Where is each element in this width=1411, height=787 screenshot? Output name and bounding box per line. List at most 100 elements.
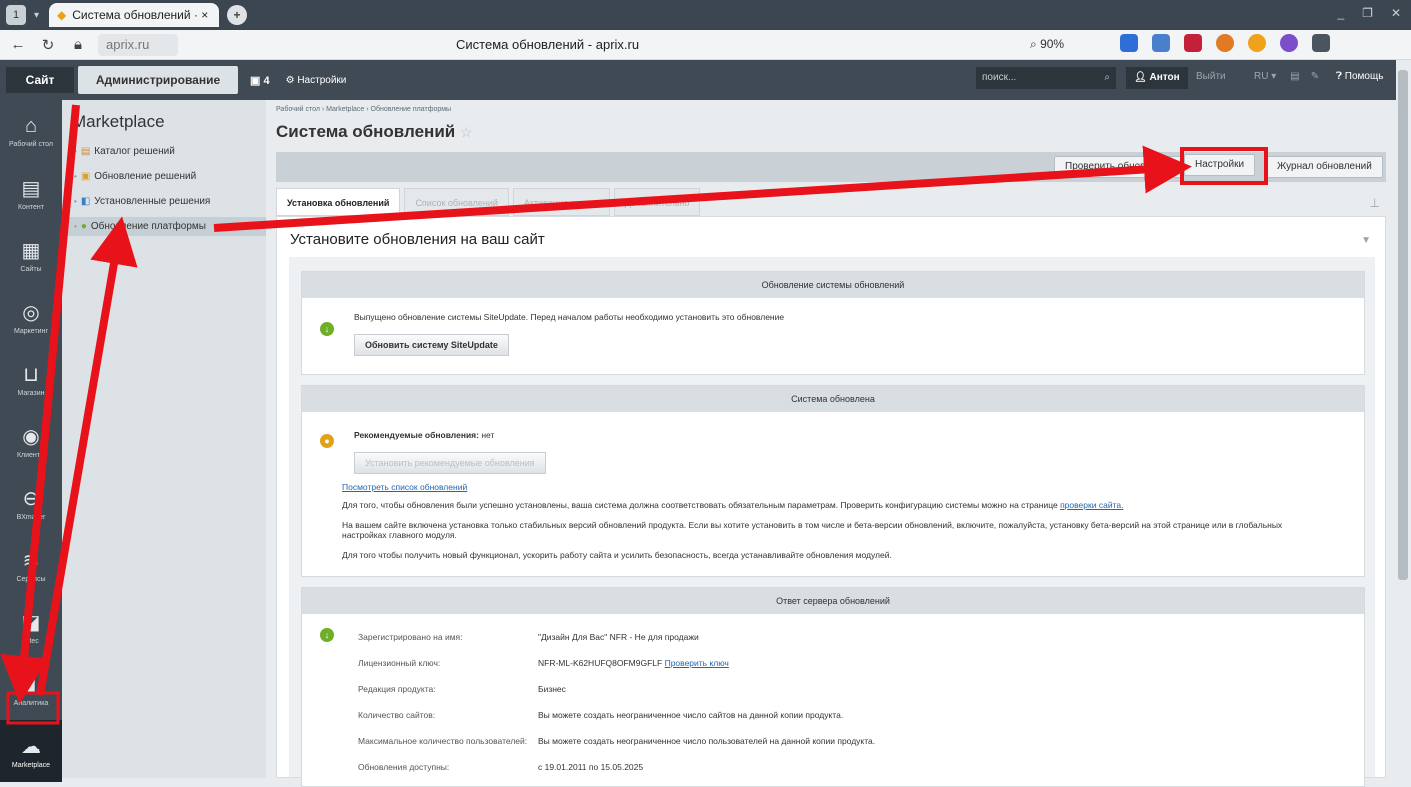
lock-icon: 🔒︎ — [74, 36, 82, 53]
row-value: NFR-ML-K62HUFQ8OFM9GFLF Проверить ключ — [538, 658, 729, 668]
administration-button[interactable]: Администрирование — [78, 66, 238, 94]
bullet-icon: • — [74, 172, 77, 181]
search-placeholder: поиск... — [982, 72, 1017, 83]
nav-marketing[interactable]: ◎ Маркетинг — [0, 286, 62, 348]
window-menu-button[interactable]: 1 — [6, 5, 26, 25]
menu-item-label: Установленные решения — [94, 196, 211, 207]
recommended-label: Рекомендуемые обновления: — [354, 430, 479, 440]
calendar-icon: ▦ — [21, 239, 41, 262]
extension-icon[interactable] — [1312, 34, 1330, 52]
box-header: Система обновлена — [302, 386, 1364, 412]
extension-icon[interactable] — [1216, 34, 1234, 52]
main-content: Рабочий стол › Marketplace › Обновление … — [266, 100, 1396, 787]
settings-link[interactable]: ⚙ Настройки — [286, 75, 347, 86]
tab-install[interactable]: Установка обновлений — [276, 188, 401, 216]
box-header: Обновление системы обновлений — [302, 272, 1364, 298]
settings-label: Настройки — [297, 74, 347, 86]
extension-icon[interactable] — [1280, 34, 1298, 52]
star-icon[interactable]: ☆ — [460, 124, 473, 140]
search-icon[interactable]: ⌕ — [1104, 67, 1110, 89]
user-button[interactable]: 👤︎ Антон — [1126, 67, 1188, 89]
nav-label: Аналитика — [13, 699, 49, 707]
menu-item-label: Обновление платформы — [90, 221, 206, 232]
menu-item-label: Каталог решений — [94, 146, 175, 157]
bxmaker-icon: ⊖ — [22, 487, 40, 510]
help-label: Помощь — [1344, 71, 1384, 82]
journal-button[interactable]: Журнал обновлений — [1266, 156, 1383, 178]
nav-label: Контент — [18, 203, 44, 211]
check-key-link[interactable]: Проверить ключ — [665, 658, 729, 668]
download-icon: ↓ — [320, 628, 334, 642]
nav-shop[interactable]: ⊔ Магазин — [0, 348, 62, 410]
nav-label: Marketplace — [11, 761, 51, 769]
box-system-updated: Система обновлена ● Рекомендуемые обновл… — [301, 385, 1365, 577]
reload-icon[interactable]: ↻ — [36, 36, 60, 54]
update-siteupdate-button[interactable]: Обновить систему SiteUpdate — [354, 334, 509, 356]
extension-icon[interactable] — [1152, 34, 1170, 52]
row-key: Лицензионный ключ: — [358, 658, 441, 668]
nav-clients[interactable]: ◉ Клиенты — [0, 410, 62, 472]
zoom-level[interactable]: ⌕ 90% — [1030, 37, 1064, 52]
scrollbar-thumb[interactable] — [1398, 70, 1408, 580]
panel-body: Обновление системы обновлений ↓ Выпущено… — [289, 257, 1375, 787]
tab-list[interactable]: Список обновлений — [404, 188, 509, 216]
check-updates-button[interactable]: Проверить обновления — [1054, 156, 1185, 178]
zoom-value: 90% — [1040, 37, 1065, 51]
left-nav: ⌂ Рабочий стол ▤ Контент ▦ Сайты ◎ Маркетинг… — [0, 100, 62, 782]
breadcrumb[interactable]: Рабочий стол › Marketplace › Обновление … — [276, 106, 451, 113]
notifications-counter[interactable]: ▣ 4 — [250, 74, 270, 87]
language-select[interactable]: RU ▾ ▤ ✎ — [1254, 71, 1319, 82]
target-icon: ◎ — [22, 301, 40, 324]
view-updates-link[interactable]: Посмотреть список обновлений — [342, 482, 467, 492]
menu-item-catalog[interactable]: • ▤ Каталог решений — [62, 142, 266, 161]
nav-desktop[interactable]: ⌂ Рабочий стол — [0, 100, 62, 162]
nav-sites[interactable]: ▦ Сайты — [0, 224, 62, 286]
requirements-text: Для того, чтобы обновления были успешно … — [342, 500, 1123, 510]
browser-tab[interactable]: ◆ Система обновлений · × — [49, 3, 220, 27]
status-icon: ● — [320, 434, 334, 448]
siteupdate-text: Выпущено обновление системы SiteUpdate. … — [354, 312, 785, 322]
site-check-link[interactable]: проверки сайта. — [1060, 500, 1123, 510]
extensions — [1120, 34, 1330, 52]
site-button[interactable]: Сайт — [6, 67, 74, 93]
tab-extra[interactable]: Дополнительно — [613, 188, 701, 216]
search-input[interactable]: поиск... ⌕ — [976, 67, 1116, 89]
browser-tab-strip: 1 ▾ ◆ Система обновлений · × + _ ❐ ✕ — [0, 0, 1411, 30]
collapse-icon[interactable]: ▼ — [1361, 235, 1371, 246]
nav-marketplace[interactable]: ☁ Marketplace — [0, 720, 62, 782]
nav-altec[interactable]: ◪ Altec — [0, 596, 62, 658]
row-value: Вы можете создать неограниченное число с… — [538, 710, 844, 720]
home-icon: ⌂ — [24, 114, 38, 137]
pin-icon[interactable]: ⊥ — [1370, 196, 1380, 210]
row-key: Максимальное количество пользователей: — [358, 736, 528, 746]
menu-item-solutions-update[interactable]: • ▣ Обновление решений — [62, 167, 266, 186]
close-icon[interactable]: ✕ — [1391, 6, 1401, 20]
logout-link[interactable]: Выйти — [1196, 71, 1226, 82]
window-controls: _ ❐ ✕ — [1337, 6, 1401, 20]
nav-bxmaker[interactable]: ⊖ BXmaker — [0, 472, 62, 534]
page-title-text: Система обновлений — [276, 122, 456, 141]
clients-icon: ◉ — [22, 425, 40, 448]
url-field[interactable]: aprix.ru — [98, 33, 178, 56]
nav-services[interactable]: ≋ Сервисы — [0, 534, 62, 596]
install-recommended-button[interactable]: Установить рекомендуемые обновления — [354, 452, 546, 474]
platform-update-icon: ● — [80, 221, 87, 232]
chevron-down-icon[interactable]: ▾ — [34, 10, 39, 21]
extension-icon[interactable] — [1248, 34, 1266, 52]
nav-content[interactable]: ▤ Контент — [0, 162, 62, 224]
back-icon[interactable]: ← — [6, 36, 30, 53]
update-icon: ▣ — [80, 171, 91, 182]
extension-icon[interactable] — [1120, 34, 1138, 52]
nav-analytics[interactable]: ▮ Аналитика — [0, 658, 62, 720]
restore-icon[interactable]: ❐ — [1362, 6, 1373, 20]
menu-item-installed[interactable]: • ◧ Установленные решения — [62, 192, 266, 211]
help-link[interactable]: ❓︎ Помощь — [1336, 71, 1383, 82]
new-tab-button[interactable]: + — [227, 5, 248, 25]
box-server-response: Ответ сервера обновлений ↓ Зарегистриров… — [301, 587, 1365, 787]
tab-coupon[interactable]: Активация купона — [512, 188, 610, 216]
row-key: Количество сайтов: — [358, 710, 436, 720]
nav-label: Магазин — [17, 389, 45, 397]
menu-item-platform-update[interactable]: • ● Обновление платформы — [62, 217, 266, 236]
minimize-icon[interactable]: _ — [1337, 6, 1344, 20]
shield-icon[interactable] — [1184, 34, 1202, 52]
